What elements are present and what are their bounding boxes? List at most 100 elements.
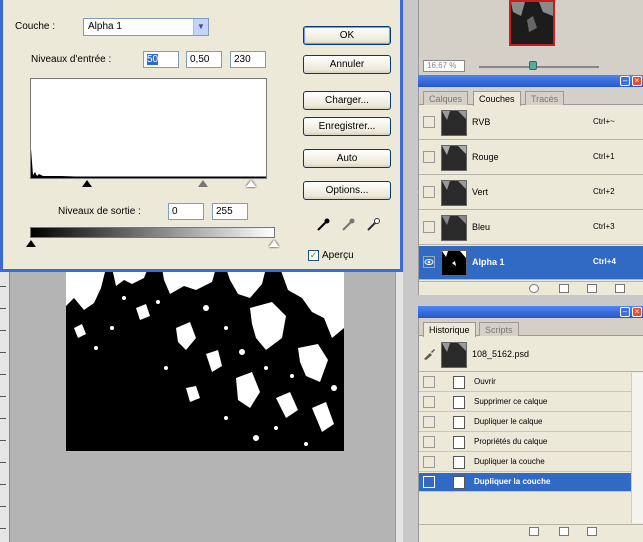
document-icon	[453, 396, 465, 409]
new-document-icon[interactable]	[529, 527, 539, 536]
white-eyedropper-icon[interactable]	[366, 218, 380, 232]
history-source-box[interactable]	[423, 376, 435, 388]
save-button[interactable]: Enregistrer...	[303, 117, 391, 136]
history-source-box[interactable]	[423, 456, 435, 468]
document-icon	[453, 456, 465, 469]
black-eyedropper-icon[interactable]	[316, 218, 330, 232]
channels-palette: Calques Couches Tracés RVB Ctrl+~ Rouge …	[418, 87, 643, 295]
camera-icon[interactable]	[559, 527, 569, 536]
trash-icon[interactable]	[615, 284, 625, 293]
vertical-ruler	[0, 268, 10, 542]
output-black-slider[interactable]	[26, 240, 36, 247]
channel-row-red[interactable]: Rouge Ctrl+1	[419, 141, 643, 175]
canvas-scrollbar[interactable]	[395, 268, 403, 542]
history-step-label: Dupliquer la couche	[474, 457, 545, 466]
input-black-field[interactable]: 50	[143, 51, 179, 68]
load-selection-icon[interactable]	[529, 284, 539, 293]
input-white-field[interactable]: 230	[230, 51, 266, 68]
trash-icon[interactable]	[587, 527, 597, 536]
gray-eyedropper-icon[interactable]	[341, 218, 355, 232]
history-snapshot[interactable]: 108_5162.psd	[419, 338, 643, 372]
navigator-zoom-knob[interactable]	[529, 61, 537, 70]
visibility-toggle[interactable]	[423, 186, 435, 198]
history-step[interactable]: Ouvrir	[419, 373, 631, 392]
ok-button[interactable]: OK	[303, 26, 391, 45]
save-selection-icon[interactable]	[559, 284, 569, 293]
channel-thumbnail	[441, 215, 467, 241]
history-step[interactable]: Supprimer ce calque	[419, 393, 631, 412]
channel-thumbnail	[441, 250, 467, 276]
channel-row-rgb[interactable]: RVB Ctrl+~	[419, 106, 643, 140]
output-black-field[interactable]: 0	[168, 203, 204, 220]
navigator-zoom-field[interactable]: 16,67 %	[423, 60, 465, 72]
document-icon	[453, 416, 465, 429]
visibility-toggle[interactable]	[423, 116, 435, 128]
input-white-slider[interactable]	[246, 180, 256, 187]
tab-channels[interactable]: Couches	[473, 91, 521, 106]
output-white-field[interactable]: 255	[212, 203, 248, 220]
options-button[interactable]: Options...	[303, 181, 391, 200]
document-icon	[453, 436, 465, 449]
alpha-channel-image[interactable]	[66, 268, 344, 451]
tab-actions[interactable]: Scripts	[479, 322, 519, 336]
channels-palette-titlebar[interactable]: – ×	[418, 75, 643, 87]
history-source-box[interactable]	[423, 436, 435, 448]
channel-select[interactable]: Alpha 1 ▼	[83, 18, 209, 36]
chevron-down-icon[interactable]: ▼	[193, 19, 208, 35]
minimize-icon[interactable]: –	[620, 307, 630, 317]
channel-row-alpha[interactable]: Alpha 1 Ctrl+4	[419, 246, 643, 280]
channel-thumbnail	[441, 180, 467, 206]
history-palette-titlebar[interactable]: – ×	[418, 306, 643, 318]
channels-tab-row: Calques Couches Tracés	[419, 87, 643, 106]
new-channel-icon[interactable]	[587, 284, 597, 293]
history-step[interactable]: Dupliquer le calque	[419, 413, 631, 432]
cancel-button[interactable]: Annuler	[303, 55, 391, 74]
channel-select-value: Alpha 1	[88, 21, 122, 32]
output-white-slider[interactable]	[269, 240, 279, 247]
close-icon[interactable]: ×	[632, 307, 642, 317]
channel-shortcut: Ctrl+3	[593, 222, 615, 231]
history-palette: Historique Scripts 108_5162.psd Ouvrir S…	[418, 318, 643, 542]
visibility-toggle[interactable]	[423, 221, 435, 233]
load-button[interactable]: Charger...	[303, 91, 391, 110]
navigator-zoom-slider[interactable]	[479, 66, 599, 68]
history-brush-icon[interactable]	[423, 348, 435, 360]
histogram	[30, 78, 267, 179]
history-source-box[interactable]	[423, 416, 435, 428]
channel-row-blue[interactable]: Bleu Ctrl+3	[419, 211, 643, 245]
eye-icon[interactable]	[423, 256, 435, 268]
history-source-box[interactable]	[423, 476, 435, 488]
tab-history[interactable]: Historique	[423, 322, 476, 337]
output-levels-label: Niveaux de sortie :	[58, 206, 141, 217]
channel-thumbnail	[441, 145, 467, 171]
channel-row-green[interactable]: Vert Ctrl+2	[419, 176, 643, 210]
tab-paths[interactable]: Tracés	[525, 91, 565, 105]
history-step[interactable]: Dupliquer la couche	[419, 453, 631, 472]
channel-shortcut: Ctrl+~	[593, 117, 615, 126]
tab-layers[interactable]: Calques	[423, 91, 469, 105]
minimize-icon[interactable]: –	[620, 76, 630, 86]
channel-name: Alpha 1	[472, 257, 505, 267]
auto-button[interactable]: Auto	[303, 149, 391, 168]
channel-name: Vert	[472, 187, 489, 197]
channel-shortcut: Ctrl+1	[593, 152, 615, 161]
history-step-current[interactable]: Dupliquer la couche	[419, 473, 631, 492]
channel-name: Rouge	[472, 152, 499, 162]
visibility-toggle[interactable]	[423, 151, 435, 163]
history-step-label: Dupliquer le calque	[474, 417, 543, 426]
preview-checkbox[interactable]: ✓	[308, 250, 319, 261]
output-gradient-bar	[30, 227, 275, 238]
input-gamma-field[interactable]: 0,50	[186, 51, 222, 68]
close-icon[interactable]: ×	[632, 76, 642, 86]
navigator-thumbnail[interactable]	[509, 0, 555, 46]
input-gamma-slider[interactable]	[198, 180, 208, 187]
history-step-label: Supprimer ce calque	[474, 397, 548, 406]
history-step[interactable]: Propriétés du calque	[419, 433, 631, 452]
input-black-slider[interactable]	[82, 180, 92, 187]
history-source-box[interactable]	[423, 396, 435, 408]
history-step-label: Propriétés du calque	[474, 437, 548, 446]
history-tab-row: Historique Scripts	[419, 318, 643, 337]
channels-footer	[419, 281, 643, 295]
levels-dialog: Couche : Alpha 1 ▼ Niveaux d'entrée : 50…	[0, 0, 403, 272]
history-scrollbar[interactable]	[631, 373, 643, 523]
